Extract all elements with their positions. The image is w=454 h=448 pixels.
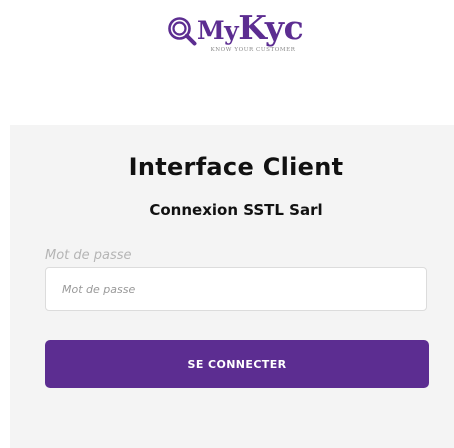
mykyc-logo: MyKyc KNOW YOUR CUSTOMER [167, 8, 307, 57]
password-input[interactable] [45, 267, 427, 311]
logo-wordmark-my: My [197, 16, 239, 45]
login-page: MyKyc KNOW YOUR CUSTOMER Interface Clien… [0, 0, 454, 448]
logo-wordmark-kyc: Kyc [238, 8, 304, 47]
logo-wordmark: MyKyc [197, 8, 304, 47]
page-subtitle: Connexion SSTL Sarl [149, 201, 323, 219]
page-title: Interface Client [128, 153, 344, 181]
password-label: Mot de passe [45, 248, 132, 263]
magnifier-icon [168, 17, 197, 46]
login-card: Interface Client Connexion SSTL Sarl Mot… [10, 125, 454, 448]
logo-tagline: KNOW YOUR CUSTOMER [210, 47, 296, 53]
login-button[interactable]: SE CONNECTER [45, 340, 429, 388]
